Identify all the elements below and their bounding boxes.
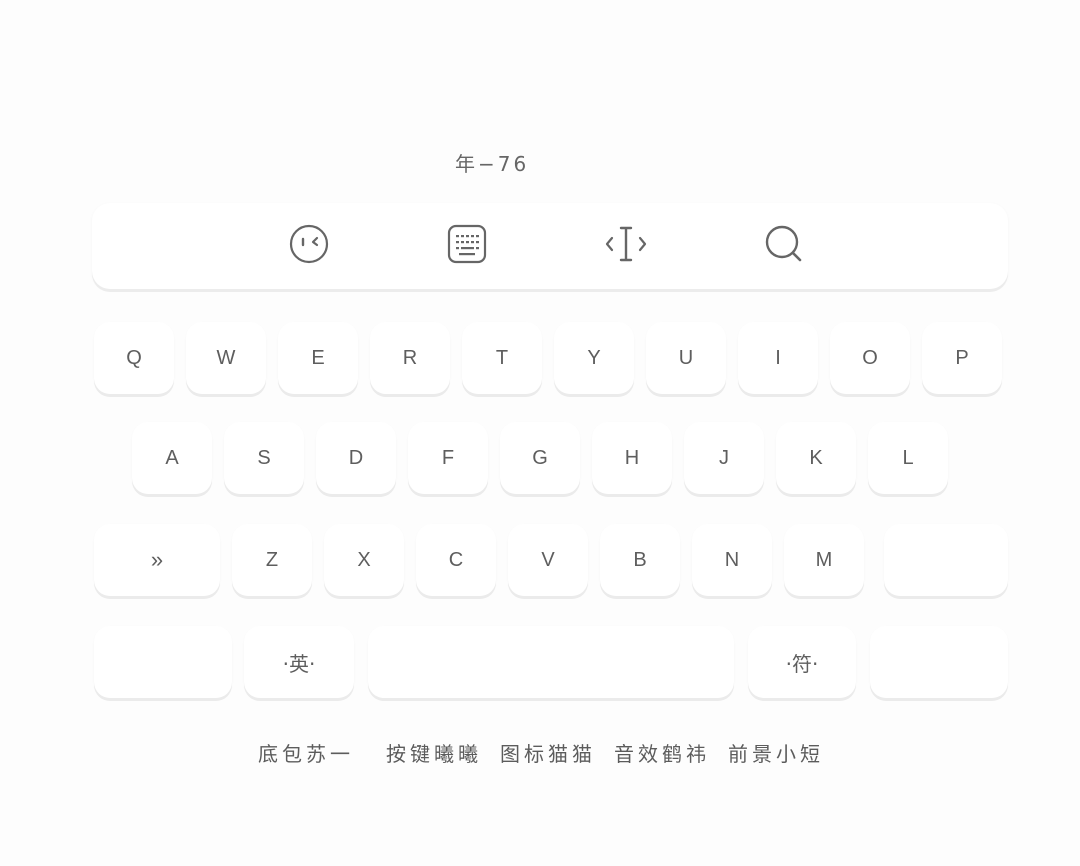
symbols-key[interactable]: ·符· [748, 626, 856, 698]
key-n[interactable]: N [692, 524, 772, 596]
key-y[interactable]: Y [554, 322, 634, 394]
credit-icons: 图标猫猫 [500, 742, 596, 766]
emoji-face-icon[interactable] [285, 221, 333, 267]
shift-key[interactable]: » [94, 524, 220, 596]
key-u[interactable]: U [646, 322, 726, 394]
key-j[interactable]: J [684, 422, 764, 494]
key-m[interactable]: M [784, 524, 864, 596]
key-h[interactable]: H [592, 422, 672, 494]
key-c[interactable]: C [416, 524, 496, 596]
cursor-move-icon[interactable] [602, 221, 650, 267]
header-label: 年−76 [455, 152, 530, 176]
key-q[interactable]: Q [94, 322, 174, 394]
key-w[interactable]: W [186, 322, 266, 394]
enter-key[interactable] [870, 626, 1008, 698]
key-z[interactable]: Z [232, 524, 312, 596]
search-icon[interactable] [760, 221, 808, 267]
keyboard-skin-preview: 年−76 Q W E R T Y U I O P A S D F G H J K… [0, 0, 1080, 866]
key-t[interactable]: T [462, 322, 542, 394]
keyboard-icon[interactable] [443, 221, 491, 267]
key-p[interactable]: P [922, 322, 1002, 394]
key-i[interactable]: I [738, 322, 818, 394]
keyboard-toolbar [92, 203, 1008, 289]
key-s[interactable]: S [224, 422, 304, 494]
credit-base: 底包苏一 [258, 742, 354, 766]
credit-keys: 按键曦曦 [386, 742, 482, 766]
number-key[interactable] [94, 626, 232, 698]
key-k[interactable]: K [776, 422, 856, 494]
key-d[interactable]: D [316, 422, 396, 494]
key-o[interactable]: O [830, 322, 910, 394]
key-r[interactable]: R [370, 322, 450, 394]
key-l[interactable]: L [868, 422, 948, 494]
backspace-key[interactable] [884, 524, 1008, 596]
credit-foreground: 前景小短 [728, 742, 824, 766]
key-v[interactable]: V [508, 524, 588, 596]
space-key[interactable] [368, 626, 734, 698]
credits-footer: 底包苏一 按键曦曦 图标猫猫 音效鹤祎 前景小短 [0, 738, 1080, 768]
key-a[interactable]: A [132, 422, 212, 494]
key-b[interactable]: B [600, 524, 680, 596]
key-g[interactable]: G [500, 422, 580, 494]
key-e[interactable]: E [278, 322, 358, 394]
credit-sound: 音效鹤祎 [614, 742, 710, 766]
key-x[interactable]: X [324, 524, 404, 596]
language-switch-key[interactable]: ·英· [244, 626, 354, 698]
key-f[interactable]: F [408, 422, 488, 494]
